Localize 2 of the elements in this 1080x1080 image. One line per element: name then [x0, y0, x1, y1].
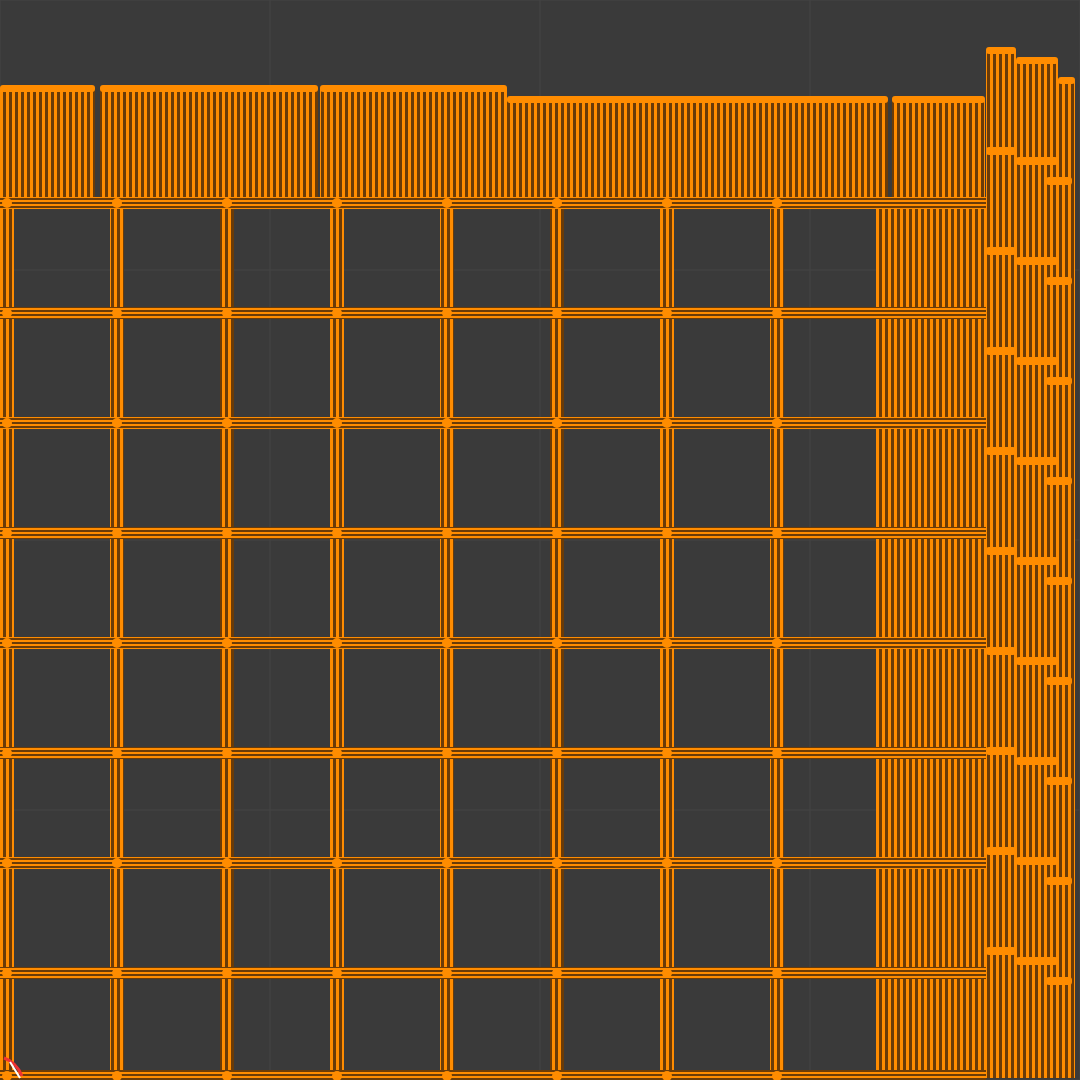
mesh-wireframe-drawing[interactable] — [0, 47, 1075, 1080]
axis-gizmo-icon — [3, 1056, 24, 1079]
